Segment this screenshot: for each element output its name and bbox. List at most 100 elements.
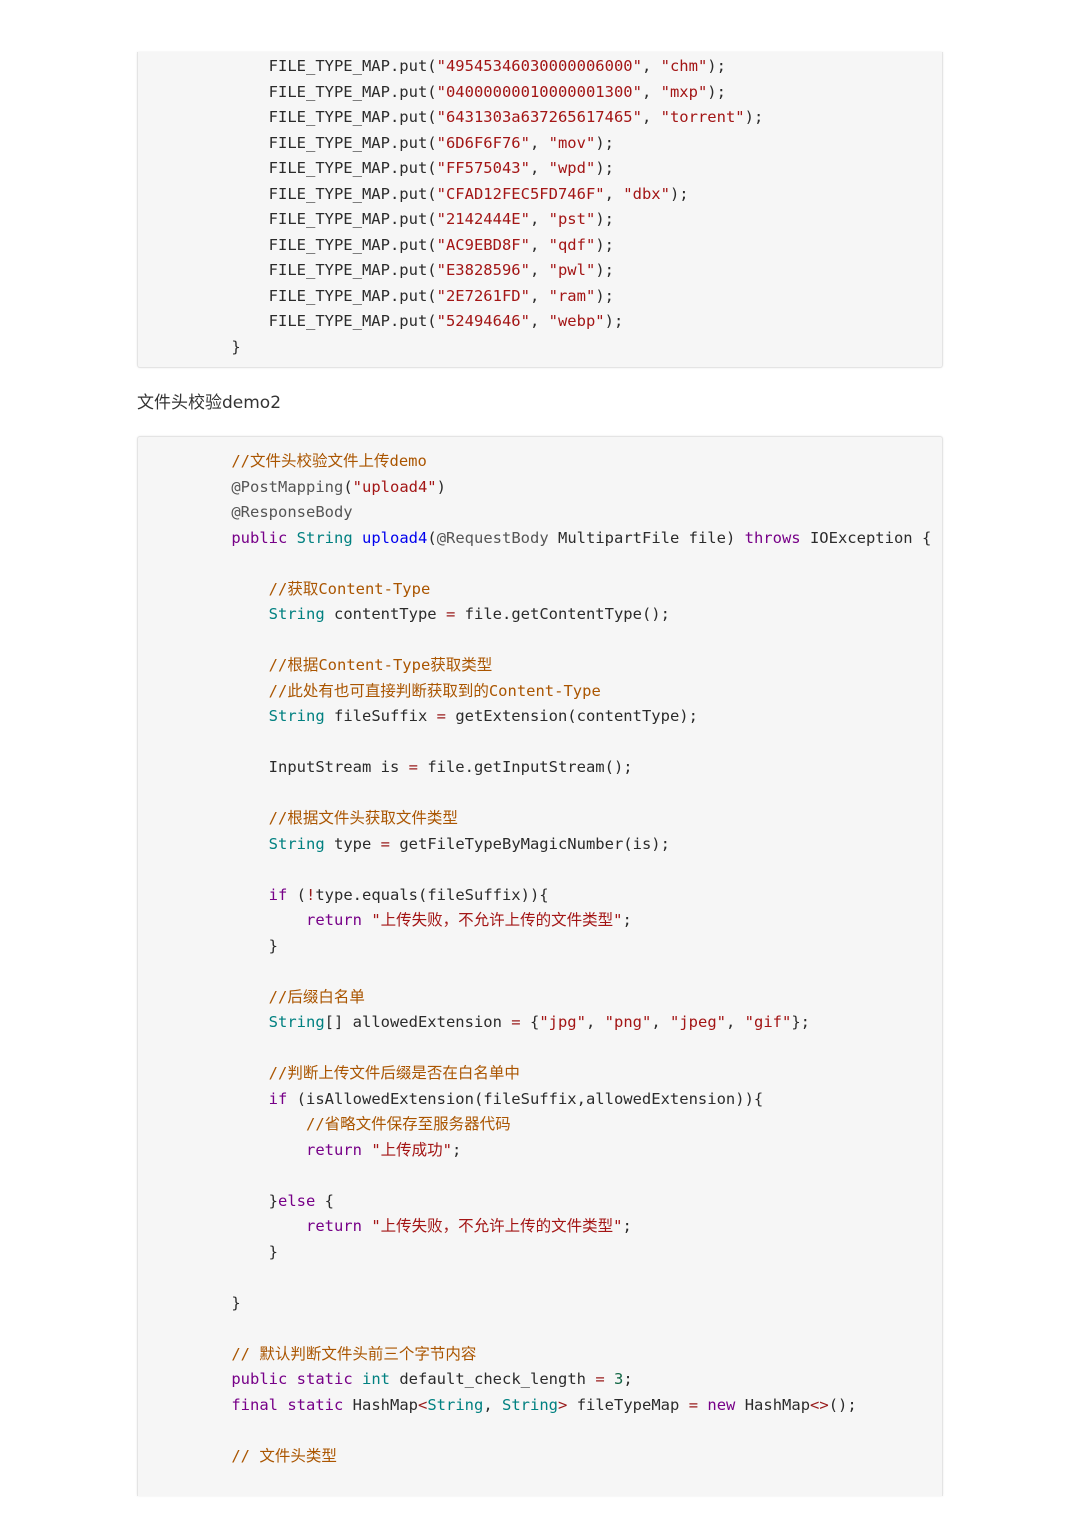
code-token: //此处有也可直接判断获取到的Content-Type (268, 681, 601, 700)
code-token: } (231, 1293, 241, 1312)
code-token: String (268, 834, 325, 853)
code-token: ( (343, 477, 353, 496)
code-token: //根据Content-Type获取类型 (268, 656, 493, 674)
code-lines: //文件头校验文件上传demo @PostMapping("upload4") … (194, 449, 931, 1469)
code-token: //获取Content-Type (268, 579, 431, 598)
code-token: "jpg" (539, 1013, 586, 1031)
code-line: FILE_TYPE_MAP.put("E3828596", "pwl"); (194, 258, 763, 284)
code-token: return (305, 1217, 362, 1235)
code-line: return "上传失败，不允许上传的文件类型"; (194, 908, 931, 934)
code-line: ​ (194, 1163, 931, 1189)
code-token: "E3828596" (436, 261, 530, 279)
code-line: ​ (194, 1316, 931, 1342)
code-line: FILE_TYPE_MAP.put("04000000010000001300"… (194, 80, 763, 106)
code-line: FILE_TYPE_MAP.put("6431303a637265617465"… (194, 105, 764, 131)
code-token: IOException { (800, 528, 932, 547)
code-token: 3 (614, 1370, 624, 1388)
code-token: , (641, 82, 661, 101)
code-line: return "上传失败，不允许上传的文件类型"; (194, 1214, 931, 1240)
code-token: //根据文件头获取文件类型 (268, 809, 458, 827)
code-token: String (268, 1013, 325, 1031)
code-token: "AC9EBD8F" (436, 235, 530, 254)
code-token: "上传失败，不允许上传的文件类型" (371, 1217, 623, 1235)
code-token: , (529, 159, 549, 177)
code-token: contentType (324, 605, 446, 623)
code-token: <> (810, 1395, 829, 1414)
code-token: = (688, 1395, 699, 1414)
code-token: HashMap (735, 1395, 811, 1414)
code-token: "CFAD12FEC5FD746F" (436, 184, 605, 203)
code-token: fileTypeMap (567, 1395, 689, 1414)
code-token: new (707, 1395, 736, 1414)
code-token: < (418, 1395, 428, 1414)
code-line: ​ (194, 1036, 931, 1062)
code-line: String contentType = file.getContentType… (194, 602, 931, 628)
code-line: FILE_TYPE_MAP.put("49545346030000006000"… (194, 54, 763, 80)
code-line: @ResponseBody (194, 500, 931, 526)
code-line: @PostMapping("upload4") (194, 475, 931, 501)
code-token: MultipartFile file) (548, 528, 745, 547)
code-token: String (268, 605, 325, 623)
code-line: public String upload4(@RequestBody Multi… (194, 526, 931, 552)
code-token: "ram" (548, 286, 596, 305)
code-token: static (296, 1370, 353, 1388)
code-token: "上传成功" (371, 1140, 452, 1159)
code-token: //判断上传文件后缀是否在白名单中 (268, 1064, 520, 1082)
code-token: @ResponseBody (231, 503, 353, 521)
code-token: FILE_TYPE_MAP.put( (268, 312, 437, 330)
code-line: } (194, 335, 763, 361)
code-token: ); (707, 82, 726, 101)
code-line: ​ (194, 628, 931, 654)
code-token: ); (595, 261, 614, 279)
code-token: , (651, 1013, 670, 1031)
code-token: ); (604, 312, 624, 330)
code-token: InputStream is (268, 758, 409, 776)
code-token: type.equals(fileSuffix)){ (315, 885, 549, 904)
code-line: FILE_TYPE_MAP.put("2E7261FD", "ram"); (194, 284, 763, 310)
code-token: return (305, 911, 362, 929)
code-token: } (231, 337, 241, 356)
code-token: ); (595, 159, 614, 177)
code-line: if (!type.equals(fileSuffix)){ (194, 883, 931, 909)
code-line: String type = getFileTypeByMagicNumber(i… (194, 832, 931, 858)
code-token: = (445, 605, 456, 623)
code-line: //获取Content-Type (194, 577, 931, 603)
code-token: }; (791, 1013, 811, 1031)
code-token: "pst" (548, 210, 596, 228)
code-token: ); (707, 57, 726, 75)
code-line: } (194, 1291, 931, 1317)
code-token: "upload4" (352, 477, 437, 496)
code-token: "torrent" (660, 108, 745, 126)
code-token: "dbx" (623, 184, 670, 203)
code-line: ​ (194, 857, 931, 883)
code-token: , (726, 1013, 745, 1031)
code-token: = (380, 834, 390, 853)
code-token: ) (436, 477, 446, 496)
code-line: // 文件头类型 (194, 1444, 931, 1470)
code-token: type (324, 834, 381, 853)
code-token: "FF575043" (436, 159, 530, 177)
